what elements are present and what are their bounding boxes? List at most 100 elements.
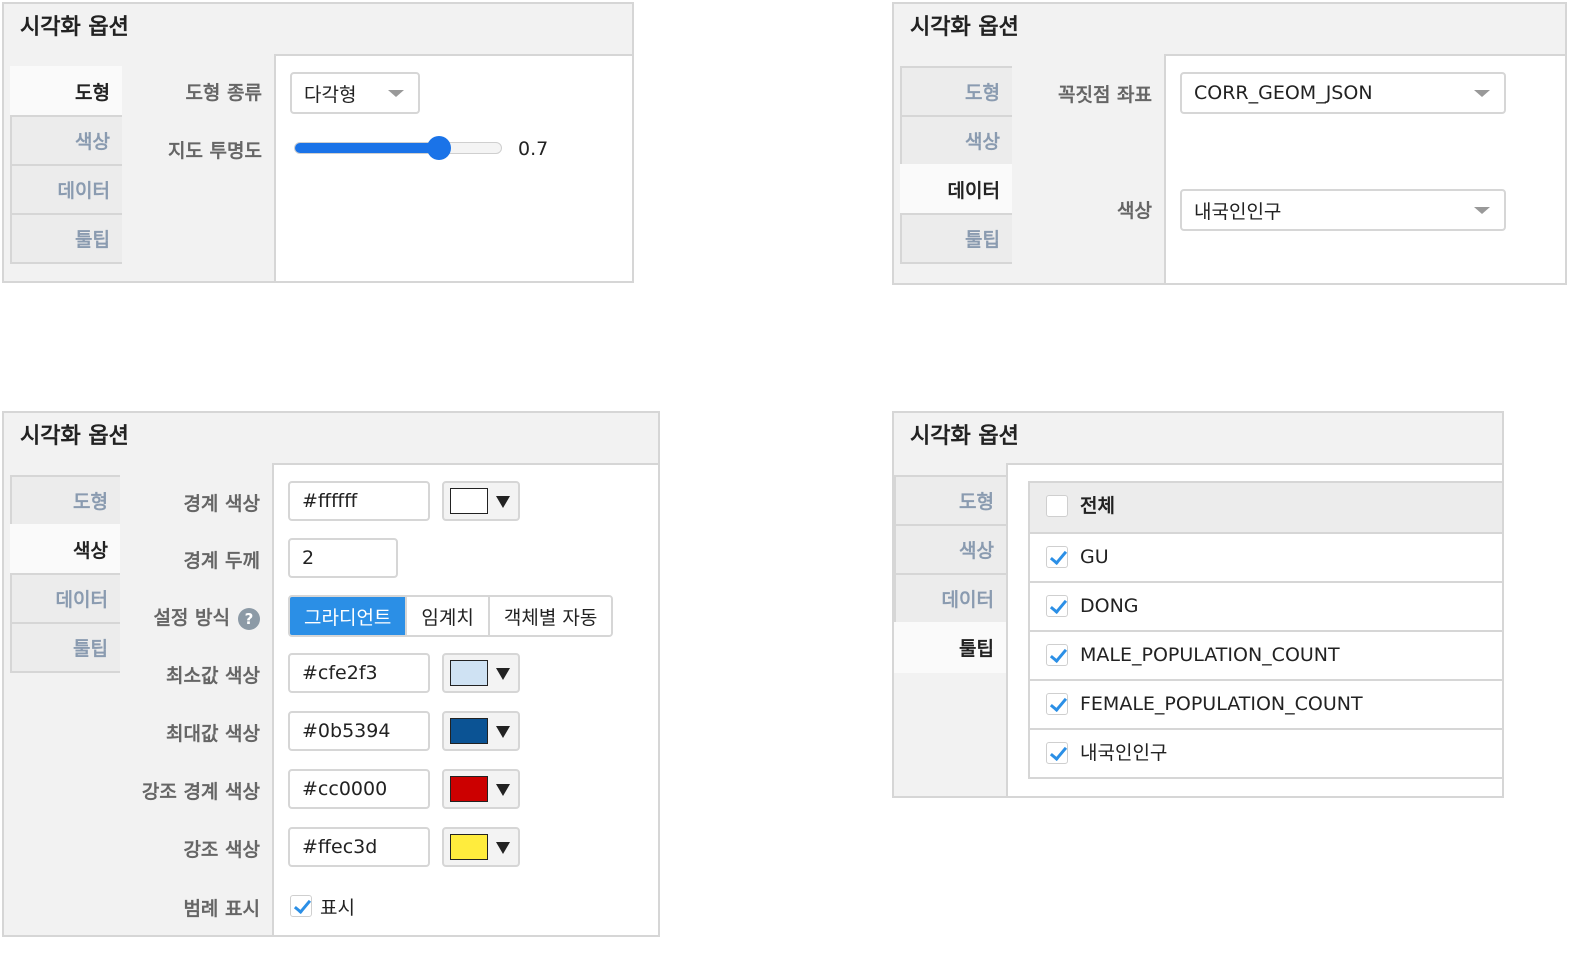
caret-down-icon	[496, 496, 510, 508]
slider-thumb[interactable]	[427, 136, 452, 160]
tab-shape[interactable]: 도형	[894, 475, 1006, 526]
highlight-color-label: 강조 색상	[183, 839, 260, 861]
color-field-value: 내국인인구	[1194, 200, 1282, 223]
border-color-input[interactable]: #ffffff	[288, 481, 430, 521]
setting-method-label-text: 설정 방식	[153, 607, 230, 629]
tab-tooltip[interactable]: 툴팁	[894, 622, 1006, 673]
color-swatch	[450, 834, 488, 860]
chevron-down-icon	[1474, 207, 1490, 214]
select-all-label: 전체	[1080, 495, 1115, 517]
list-item[interactable]: FEMALE_POPULATION_COUNT	[1030, 679, 1502, 728]
list-item[interactable]: GU	[1030, 532, 1502, 581]
list-item[interactable]: MALE_POPULATION_COUNT	[1030, 630, 1502, 679]
tab-column: 도형 색상 데이터 툴팁	[4, 463, 122, 935]
label-column: 꼭짓점 좌표 색상	[1012, 54, 1166, 283]
color-swatch	[450, 488, 488, 514]
color-field-label: 색상	[1117, 200, 1152, 222]
highlight-border-color-picker[interactable]	[442, 769, 520, 809]
field-label: GU	[1080, 546, 1109, 568]
tab-list: 도형 색상 데이터 툴팁	[894, 475, 1006, 673]
field-checkbox[interactable]	[1046, 644, 1068, 666]
tab-column: 도형 색상 데이터 툴팁	[894, 463, 1008, 796]
label-column: 도형 종류 지도 투명도	[122, 54, 276, 281]
vertex-coordinates-label: 꼭짓점 좌표	[1057, 84, 1152, 106]
tab-column: 도형 색상 데이터 툴팁	[894, 54, 1014, 283]
setting-method-label: 설정 방식?	[153, 603, 260, 630]
highlight-color-picker[interactable]	[442, 827, 520, 867]
tab-shape[interactable]: 도형	[10, 66, 122, 117]
field-checkbox[interactable]	[1046, 742, 1068, 764]
legend-display-checkbox[interactable]	[290, 895, 312, 917]
caret-down-icon	[496, 784, 510, 796]
field-label: FEMALE_POPULATION_COUNT	[1080, 693, 1363, 715]
tab-list: 도형 색상 데이터 툴팁	[10, 66, 122, 264]
min-color-label: 최소값 색상	[165, 665, 260, 687]
shape-type-label: 도형 종류	[185, 82, 262, 104]
max-color-input[interactable]: #0b5394	[288, 711, 430, 751]
tab-shape[interactable]: 도형	[10, 475, 120, 526]
highlight-color-input[interactable]: #ffec3d	[288, 827, 430, 867]
tab-data[interactable]: 데이터	[10, 573, 120, 624]
field-checkbox[interactable]	[1046, 595, 1068, 617]
help-icon[interactable]: ?	[238, 607, 260, 630]
caret-down-icon	[496, 668, 510, 680]
highlight-border-color-input[interactable]: #cc0000	[288, 769, 430, 809]
panel-title: 시각화 옵션	[4, 4, 632, 56]
method-threshold-button[interactable]: 임계치	[405, 597, 488, 635]
color-field-select[interactable]: 내국인인구	[1180, 189, 1506, 231]
tab-list: 도형 색상 데이터 툴팁	[900, 66, 1012, 264]
tooltip-field-list: 전체 GU DONG MALE_POPULATION_COUNT FEMALE_…	[1028, 481, 1502, 779]
tab-shape[interactable]: 도형	[900, 66, 1012, 117]
tab-tooltip[interactable]: 툴팁	[10, 622, 120, 673]
max-color-picker[interactable]	[442, 711, 520, 751]
select-all-checkbox[interactable]	[1046, 495, 1068, 517]
caret-down-icon	[496, 726, 510, 738]
map-opacity-value: 0.7	[518, 138, 549, 160]
color-swatch	[450, 776, 488, 802]
map-opacity-slider[interactable]	[294, 136, 502, 160]
min-color-input[interactable]: #cfe2f3	[288, 653, 430, 693]
tab-color[interactable]: 색상	[900, 115, 1012, 166]
tab-color[interactable]: 색상	[894, 524, 1006, 575]
visualization-options-panel-shape: 시각화 옵션 도형 색상 데이터 툴팁 도형 종류 지도 투명도 다각형 0.7	[2, 2, 634, 283]
label-column: 경계 색상 경계 두께 설정 방식? 최소값 색상 최대값 색상 강조 경계 색…	[120, 463, 274, 935]
legend-display-label: 범례 표시	[183, 898, 260, 920]
tab-color[interactable]: 색상	[10, 524, 120, 575]
min-color-picker[interactable]	[442, 653, 520, 693]
highlight-border-color-label: 강조 경계 색상	[141, 781, 260, 803]
tab-data[interactable]: 데이터	[894, 573, 1006, 624]
field-checkbox[interactable]	[1046, 546, 1068, 568]
list-item[interactable]: DONG	[1030, 581, 1502, 630]
visualization-options-panel-tooltip: 시각화 옵션 도형 색상 데이터 툴팁 전체 GU DONG MALE_POPU…	[892, 411, 1504, 798]
field-label: MALE_POPULATION_COUNT	[1080, 644, 1340, 666]
panel-title: 시각화 옵션	[894, 413, 1502, 465]
map-opacity-label: 지도 투명도	[167, 140, 262, 162]
chevron-down-icon	[388, 90, 404, 97]
chevron-down-icon	[1474, 90, 1490, 97]
border-width-input[interactable]: 2	[288, 538, 398, 578]
method-auto-per-object-button[interactable]: 객체별 자동	[487, 597, 612, 635]
tab-column: 도형 색상 데이터 툴팁	[4, 54, 124, 281]
visualization-options-panel-data: 시각화 옵션 도형 색상 데이터 툴팁 꼭짓점 좌표 색상 CORR_GEOM_…	[892, 2, 1567, 285]
shape-type-select[interactable]: 다각형	[290, 72, 420, 114]
vertex-coordinates-value: CORR_GEOM_JSON	[1194, 82, 1373, 104]
tab-list: 도형 색상 데이터 툴팁	[10, 475, 120, 673]
caret-down-icon	[496, 842, 510, 854]
shape-type-value: 다각형	[304, 83, 357, 106]
slider-fill	[295, 143, 440, 153]
max-color-label: 최대값 색상	[165, 723, 260, 745]
tab-data[interactable]: 데이터	[10, 164, 122, 215]
panel-title: 시각화 옵션	[4, 413, 658, 465]
tab-color[interactable]: 색상	[10, 115, 122, 166]
tab-data[interactable]: 데이터	[900, 164, 1012, 215]
vertex-coordinates-select[interactable]: CORR_GEOM_JSON	[1180, 72, 1506, 114]
border-color-picker[interactable]	[442, 481, 520, 521]
list-item[interactable]: 내국인인구	[1030, 728, 1502, 777]
tab-tooltip[interactable]: 툴팁	[10, 213, 122, 264]
field-checkbox[interactable]	[1046, 693, 1068, 715]
border-color-label: 경계 색상	[183, 493, 260, 515]
tab-tooltip[interactable]: 툴팁	[900, 213, 1012, 264]
method-gradient-button[interactable]: 그라디언트	[290, 597, 406, 635]
color-swatch	[450, 718, 488, 744]
list-item-all[interactable]: 전체	[1030, 483, 1502, 532]
